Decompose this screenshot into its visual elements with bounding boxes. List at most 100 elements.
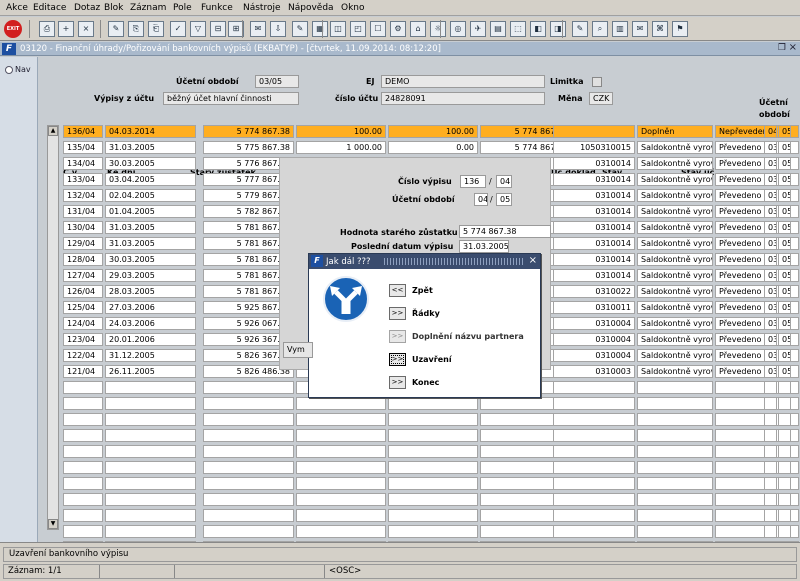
cell-ke_dni[interactable]: 03.04.2005 [105, 173, 196, 186]
cell-doklad[interactable] [553, 509, 635, 522]
cell-ke_dni[interactable] [105, 381, 196, 394]
cell-cv[interactable]: 122/04 [63, 349, 103, 362]
cell-y[interactable]: 05 [778, 269, 791, 282]
cell-stary[interactable] [203, 445, 294, 458]
obdobi-rok-field[interactable]: 05 [496, 193, 512, 206]
cell-ke_dni[interactable] [105, 525, 196, 538]
toolbar-icon-3[interactable]: ✎ [108, 21, 124, 37]
cell-stav[interactable] [637, 509, 713, 522]
cell-m[interactable] [764, 493, 777, 506]
obdobi-mesic-field[interactable]: 04 [474, 193, 488, 206]
ucetni-obdobi-field[interactable]: 03/05 [255, 75, 299, 88]
toolbar-icon-1[interactable]: + [58, 21, 74, 37]
scroll-up-icon[interactable]: ▲ [48, 126, 58, 136]
cell-ke_dni[interactable]: 30.03.2005 [105, 253, 196, 266]
cell-y[interactable]: 05 [778, 253, 791, 266]
ej-field[interactable]: DEMO [381, 75, 545, 88]
cell-debet[interactable] [296, 397, 386, 410]
cell-ke_dni[interactable]: 31.12.2005 [105, 349, 196, 362]
toolbar-icon-0[interactable]: ⎙ [39, 21, 55, 37]
cell-doklad[interactable] [553, 461, 635, 474]
toolbar-icon-30[interactable]: ⌘ [652, 21, 668, 37]
cell-stav[interactable]: Saldokontně vyrovn [637, 253, 713, 266]
cell-debet[interactable]: 1 000.00 [296, 141, 386, 154]
menu-item-7[interactable]: Nástroje [243, 3, 281, 13]
cell-cv[interactable] [63, 477, 103, 490]
toolbar-icon-20[interactable]: ◎ [450, 21, 466, 37]
dialog-button-0[interactable]: << [389, 284, 406, 297]
cell-cv[interactable]: 130/04 [63, 221, 103, 234]
mena-field[interactable]: CZK [589, 92, 613, 105]
toolbar-icon-17[interactable]: ⚙ [390, 21, 406, 37]
toolbar-icon-23[interactable]: ⬚ [510, 21, 526, 37]
cell-cv[interactable] [63, 493, 103, 506]
cell-doklad[interactable]: 0310004 [553, 333, 635, 346]
toolbar-icon-25[interactable]: ◨ [550, 21, 566, 37]
cell-cv[interactable] [63, 397, 103, 410]
cell-ke_dni[interactable] [105, 461, 196, 474]
cell-m[interactable] [764, 509, 777, 522]
cell-m[interactable] [764, 445, 777, 458]
cell-ke_dni[interactable] [105, 429, 196, 442]
cell-doklad[interactable]: 0310014 [553, 189, 635, 202]
cell-kredit[interactable] [388, 493, 478, 506]
cell-m[interactable] [764, 397, 777, 410]
table-scrollbar[interactable]: ▲ ▼ [47, 125, 59, 530]
menu-item-5[interactable]: Pole [173, 3, 192, 13]
cell-ke_dni[interactable] [105, 397, 196, 410]
cell-ke_dni[interactable] [105, 413, 196, 426]
toolbar-icon-21[interactable]: ✈ [470, 21, 486, 37]
cell-stary[interactable] [203, 381, 294, 394]
dialog-button-1[interactable]: >> [389, 307, 406, 320]
cell-stav[interactable]: Saldokontně vyrovn [637, 301, 713, 314]
toolbar-icon-11[interactable]: ⇩ [270, 21, 286, 37]
menu-item-8[interactable]: Nápověda [288, 3, 334, 13]
scroll-down-icon[interactable]: ▼ [48, 519, 58, 529]
cell-cv[interactable] [63, 509, 103, 522]
cell-cv[interactable]: 128/04 [63, 253, 103, 266]
cell-cv[interactable]: 136/04 [63, 125, 103, 138]
cell-kredit[interactable] [388, 445, 478, 458]
nav-icon[interactable] [5, 66, 13, 74]
cell-y[interactable] [778, 429, 791, 442]
cell-stav[interactable]: Saldokontně vyrovn [637, 269, 713, 282]
cell-stav[interactable]: Saldokontně vyrovn [637, 189, 713, 202]
menu-item-2[interactable]: Dotaz [74, 3, 100, 13]
cell-y[interactable]: 05 [778, 125, 791, 138]
cell-m[interactable]: 03 [764, 301, 777, 314]
cell-doklad[interactable]: 0310014 [553, 205, 635, 218]
cell-y[interactable] [778, 381, 791, 394]
toolbar-icon-31[interactable]: ⚑ [672, 21, 688, 37]
cell-debet[interactable] [296, 525, 386, 538]
cell-y[interactable]: 05 [778, 189, 791, 202]
dialog-close-icon[interactable]: × [529, 255, 537, 266]
cell-cv[interactable]: 131/04 [63, 205, 103, 218]
cell-y[interactable] [778, 477, 791, 490]
cell-doklad[interactable] [553, 493, 635, 506]
cell-doklad[interactable]: 0310014 [553, 173, 635, 186]
toolbar-icon-5[interactable]: ⎗ [148, 21, 164, 37]
cell-doklad[interactable] [553, 413, 635, 426]
cell-m[interactable]: 03 [764, 157, 777, 170]
cell-m[interactable]: 03 [764, 317, 777, 330]
cell-kredit[interactable] [388, 477, 478, 490]
cell-stary[interactable] [203, 461, 294, 474]
cell-debet[interactable] [296, 477, 386, 490]
toolbar-icon-14[interactable]: ◫ [330, 21, 346, 37]
cell-debet[interactable] [296, 509, 386, 522]
cell-stav[interactable]: Saldokontně vyrovn [637, 157, 713, 170]
toolbar-icon-26[interactable]: ✎ [572, 21, 588, 37]
cell-doklad[interactable] [553, 429, 635, 442]
cell-ke_dni[interactable]: 28.03.2005 [105, 285, 196, 298]
cell-ke_dni[interactable] [105, 493, 196, 506]
cell-cv[interactable] [63, 461, 103, 474]
cell-ke_dni[interactable]: 29.03.2005 [105, 269, 196, 282]
posledni-datum-field[interactable]: 31.03.2005 [459, 240, 509, 253]
vypisy-field[interactable]: běžný účet hlavní činnosti [163, 92, 299, 105]
cell-doklad[interactable]: 0310004 [553, 349, 635, 362]
cell-stary[interactable] [203, 477, 294, 490]
cell-stary[interactable] [203, 397, 294, 410]
cell-cv[interactable]: 127/04 [63, 269, 103, 282]
cell-m[interactable]: 03 [764, 205, 777, 218]
limitka-checkbox[interactable] [592, 77, 602, 87]
